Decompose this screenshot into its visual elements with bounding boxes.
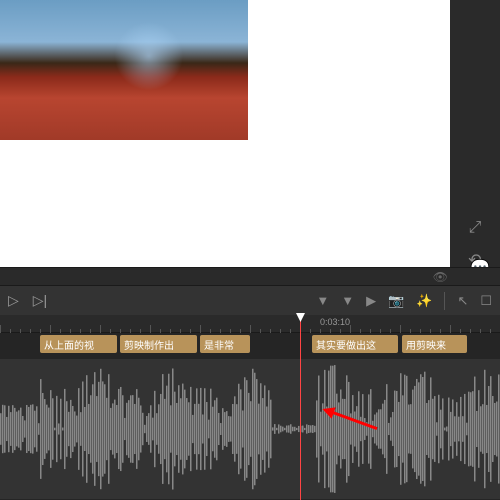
expand-icon[interactable]: ⤢ [465,218,485,238]
subtitle-clip[interactable]: 用剪映来 [402,335,467,353]
time-ruler[interactable]: 0:03:10 [0,315,500,333]
visibility-icon[interactable]: 👁 [433,270,448,284]
edit-tool-icon[interactable]: ☐ [480,293,492,309]
waveform-track[interactable] [0,359,500,499]
preview-area [0,0,450,267]
play-controls: ▷ ▷| [0,292,47,309]
playhead[interactable] [300,315,301,500]
marker-down-icon[interactable]: ▼ [316,293,329,308]
mid-bar: 👁 [0,267,500,285]
effects-icon[interactable]: ✨ [416,293,432,309]
marker-down2-icon[interactable]: ▼ [341,293,354,308]
timestamp-label: 0:03:10 [320,317,350,327]
waveform-visual [0,359,500,499]
clips-track[interactable]: 从上面的视剪映制作出是非常 其实要做出这用剪映来 [0,335,500,355]
playback-bar: ▷ ▷| ▼ ▼ ▶ 📷 ✨ ↖ ☐ [0,285,500,315]
annotation-arrow [330,410,380,413]
subtitle-clip[interactable]: 是非常 [200,335,250,353]
timeline-area[interactable]: 0:03:10 从上面的视剪映制作出是非常 其实要做出这用剪映来 [0,315,500,500]
subtitle-clip[interactable]: 其实要做出这 [312,335,398,353]
next-frame-button[interactable]: ▷| [33,292,47,309]
separator [444,292,445,310]
snapshot-icon[interactable]: 📷 [388,293,404,309]
timeline-tools: ▼ ▼ ▶ 📷 ✨ ↖ ☐ [316,292,492,310]
play-button[interactable]: ▷ [8,292,19,309]
select-tool-icon[interactable]: ↖ [457,293,468,309]
subtitle-clip[interactable]: 从上面的视 [40,335,117,353]
preview-frame [0,0,248,140]
marker-right-icon[interactable]: ▶ [366,293,376,309]
subtitle-clip[interactable]: 剪映制作出 [120,335,197,353]
